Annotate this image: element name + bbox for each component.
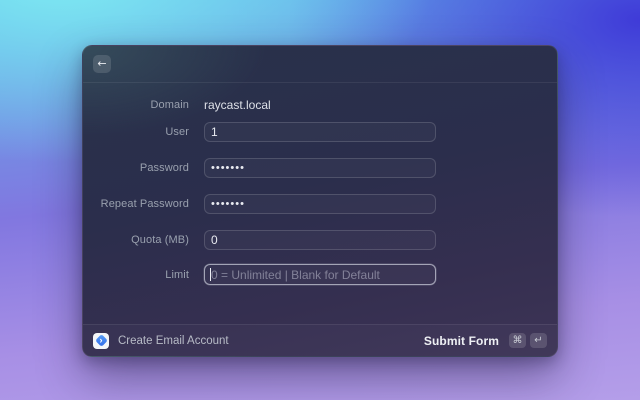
text-cursor [210, 268, 211, 281]
domain-label: Domain [150, 99, 189, 111]
return-key-icon: ↵ [530, 333, 547, 348]
user-label: User [165, 126, 189, 138]
command-title: Create Email Account [118, 334, 229, 347]
form-row-limit: Limit [83, 264, 557, 285]
limit-input[interactable] [204, 264, 436, 285]
user-input[interactable] [204, 122, 436, 142]
submit-form-label: Submit Form [423, 333, 499, 348]
raycast-window: ← Domain raycast.local User Password Rep… [82, 45, 558, 357]
window-footer: › Create Email Account Submit Form ⌘ ↵ [83, 324, 557, 356]
form-row-password: Password [83, 158, 557, 178]
back-arrow-icon: ← [97, 57, 107, 70]
form-row-repeat-password: Repeat Password [83, 194, 557, 214]
quota-label: Quota (MB) [131, 234, 189, 246]
repeat-password-label: Repeat Password [100, 198, 189, 210]
extension-app-icon: › [93, 332, 109, 349]
password-input[interactable] [204, 158, 436, 178]
back-button[interactable]: ← [93, 55, 111, 73]
limit-label: Limit [165, 268, 189, 281]
form-row-user: User [83, 122, 557, 142]
form-row-quota: Quota (MB) [83, 230, 557, 250]
repeat-password-input[interactable] [204, 194, 436, 214]
quota-input[interactable] [204, 230, 436, 250]
cmd-key-icon: ⌘ [509, 333, 526, 348]
submit-form-button[interactable]: Submit Form ⌘ ↵ [424, 333, 547, 348]
form-row-domain: Domain raycast.local [83, 98, 557, 112]
desktop-background: ← Domain raycast.local User Password Rep… [0, 0, 640, 400]
password-label: Password [139, 162, 189, 174]
chevron-right-icon: › [99, 334, 103, 345]
window-header: ← [83, 46, 557, 83]
domain-value: raycast.local [204, 98, 271, 112]
limit-input-wrap [204, 264, 436, 285]
